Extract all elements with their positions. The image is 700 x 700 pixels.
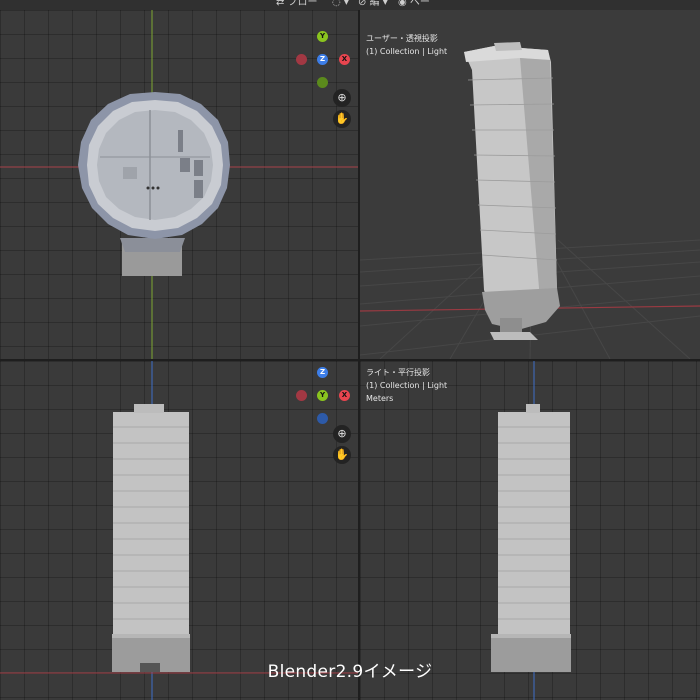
gizmo-y-axis[interactable]: Y: [317, 390, 328, 401]
gizmo-neg-x-axis[interactable]: [296, 390, 307, 401]
header-menu-2[interactable]: ◌ ▾: [332, 0, 349, 9]
viewport-header: ⇄ フロー ◌ ▾ ⊘ 編 ▾ ◉ ペー: [0, 0, 700, 10]
tower-roof-box: [526, 404, 540, 413]
gizmo-neg-y-axis[interactable]: [317, 77, 328, 88]
gizmo-x-axis[interactable]: X: [339, 390, 350, 401]
gizmo-z-axis[interactable]: Z: [317, 54, 328, 65]
ortho-collection-info: (1) Collection | Light: [366, 381, 448, 390]
gizmo-z-axis[interactable]: Z: [317, 367, 328, 378]
podium-ring: [120, 238, 185, 252]
gizmo-neg-z-axis[interactable]: [317, 413, 328, 424]
viewport-front-orthographic[interactable]: ライト・平行投影 Z Y X ⊕ ✋: [0, 361, 358, 700]
side-view-scene: [491, 361, 571, 700]
ortho-view-title: ライト・平行投影: [366, 368, 430, 377]
perspective-scene: [360, 42, 700, 359]
viewport-side-orthographic[interactable]: [360, 361, 700, 700]
zoom-icon[interactable]: ⊕: [333, 425, 351, 443]
zoom-icon[interactable]: ⊕: [333, 89, 351, 107]
tower-roof-box: [134, 404, 164, 413]
roof-hatch: [123, 167, 137, 179]
viewport-collection-info: (1) Collection | Light: [366, 47, 448, 56]
header-menu-1[interactable]: ⇄ フロー: [276, 0, 318, 9]
roof-vent-3: [194, 160, 203, 176]
roof-vent-1: [178, 130, 183, 152]
viewport-divider-horizontal[interactable]: [0, 359, 700, 361]
gizmo-y-axis[interactable]: Y: [317, 31, 328, 42]
gizmo-neg-x-axis[interactable]: [296, 54, 307, 65]
viewport-user-perspective[interactable]: ユーザー・透視投影 (1) Collection | Light: [360, 10, 700, 359]
viewport-divider-vertical[interactable]: [358, 10, 360, 700]
hand-icon[interactable]: ✋: [333, 110, 351, 128]
gizmo-x-axis[interactable]: X: [339, 54, 350, 65]
hand-icon[interactable]: ✋: [333, 446, 351, 464]
viewport-top-view[interactable]: Y Z X ⊕ ✋: [0, 10, 358, 359]
header-menu-4[interactable]: ◉ ペー: [398, 0, 430, 9]
roof-vent-2: [180, 158, 190, 172]
header-menu-3[interactable]: ⊘ 編 ▾: [358, 0, 388, 9]
image-caption: Blender2.9イメージ: [267, 662, 433, 682]
tower-roof-box: [494, 42, 522, 51]
viewport-title: ユーザー・透視投影: [366, 34, 438, 43]
roof-vent-4: [194, 180, 203, 198]
front-view-scene: [0, 361, 358, 700]
ortho-units: Meters: [366, 394, 394, 403]
